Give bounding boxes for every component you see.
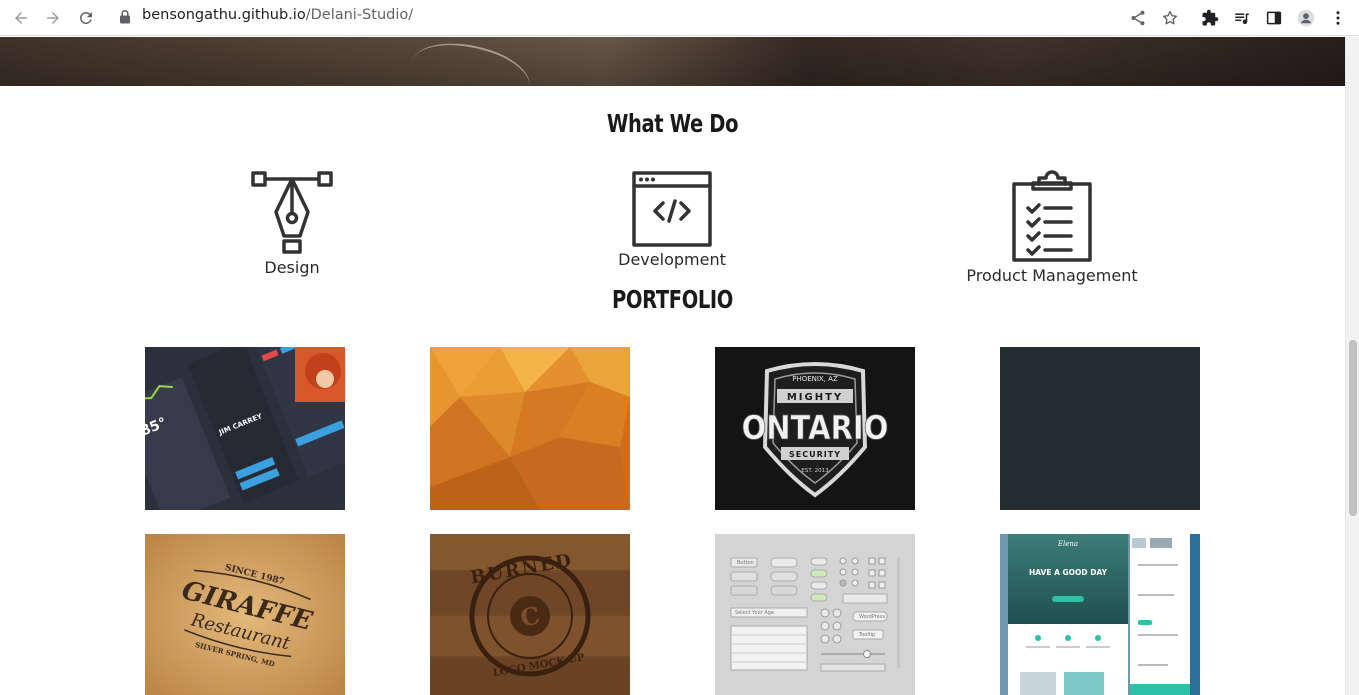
back-button[interactable] bbox=[7, 4, 35, 32]
scrollbar-thumb[interactable] bbox=[1349, 340, 1357, 516]
what-we-do-heading: What We Do bbox=[606, 109, 739, 138]
page-viewport: What We Do Design Development Product Ma… bbox=[0, 37, 1345, 695]
side-panel-button[interactable] bbox=[1262, 6, 1286, 30]
media-controls-button[interactable] bbox=[1230, 6, 1254, 30]
page-scrollbar[interactable] bbox=[1345, 37, 1359, 695]
phoenix-text: PHOENIX, AZ bbox=[792, 375, 838, 383]
profile-button[interactable] bbox=[1294, 6, 1318, 30]
hero-image-bottom bbox=[0, 37, 1345, 123]
playlist-icon bbox=[1235, 13, 1249, 25]
portfolio-tile-dark-slate[interactable] bbox=[1000, 347, 1200, 510]
more-vertical-icon bbox=[1336, 11, 1340, 25]
have-a-good-day-text: HAVE A GOOD DAY bbox=[1029, 568, 1108, 577]
burned-logo-image: C BURNED LOGO MOCK-UP bbox=[430, 534, 630, 695]
browser-toolbar: bensongathu.github.io/Delani-Studio/ bbox=[0, 0, 1359, 36]
tooltip-text: Tooltip bbox=[858, 632, 875, 638]
wordpress-text: WordPress bbox=[859, 614, 885, 620]
service-design: Design bbox=[172, 170, 412, 277]
ui-dashboard-image: 85° JIM CARREY bbox=[145, 347, 345, 510]
url-domain: bensongathu.github.io bbox=[142, 7, 306, 23]
avatar-icon bbox=[1297, 9, 1315, 27]
button-text: Button bbox=[737, 560, 754, 566]
star-icon bbox=[1162, 10, 1178, 25]
service-development: Development bbox=[552, 170, 792, 269]
mighty-text: MIGHTY bbox=[787, 392, 843, 403]
ontario-text: ONTARIO bbox=[742, 409, 889, 447]
extensions-button[interactable] bbox=[1198, 6, 1222, 30]
service-label-product-management: Product Management bbox=[966, 266, 1138, 285]
lock-icon bbox=[120, 10, 130, 24]
address-bar[interactable]: bensongathu.github.io/Delani-Studio/ bbox=[142, 7, 413, 23]
giraffe-restaurant-image: SINCE 1987 GIRAFFE Restaurant SILVER SPR… bbox=[145, 534, 345, 695]
security-text: SECURITY bbox=[789, 450, 841, 459]
clipboard-checklist-icon bbox=[1012, 170, 1092, 262]
service-label-design: Design bbox=[264, 258, 320, 277]
side-panel-icon bbox=[1266, 11, 1282, 25]
portfolio-heading: PORTFOLIO bbox=[612, 285, 733, 314]
portfolio-tile-ui-dashboard[interactable]: 85° JIM CARREY bbox=[145, 347, 345, 510]
share-button[interactable] bbox=[1126, 6, 1150, 30]
reload-button[interactable] bbox=[72, 4, 100, 32]
mighty-ontario-logo-image: PHOENIX, AZ MIGHTY ONTARIO SECURITY EST.… bbox=[715, 347, 915, 510]
website-mockup-image: Elena HAVE A GOOD DAY bbox=[1000, 534, 1200, 695]
est-text: EST. 2013 bbox=[801, 468, 829, 474]
share-icon bbox=[1131, 10, 1145, 26]
puzzle-icon bbox=[1202, 9, 1219, 26]
portfolio-tile-ui-kit[interactable]: Button Select Your Age WordPress Tooltip bbox=[715, 534, 915, 695]
arrow-right-icon bbox=[47, 12, 59, 24]
reload-icon bbox=[79, 11, 92, 24]
portfolio-tile-website-mockup[interactable]: Elena HAVE A GOOD DAY bbox=[1000, 534, 1200, 695]
service-label-development: Development bbox=[618, 250, 726, 269]
orange-polygon-image bbox=[430, 347, 630, 510]
bookmark-button[interactable] bbox=[1158, 6, 1182, 30]
portfolio-tile-orange-polygon[interactable] bbox=[430, 347, 630, 510]
forward-button[interactable] bbox=[39, 4, 67, 32]
url-path: /Delani-Studio/ bbox=[305, 7, 414, 23]
pen-nib-icon bbox=[251, 171, 333, 254]
arrow-left-icon bbox=[15, 12, 27, 24]
code-window-icon bbox=[632, 171, 712, 247]
portfolio-tile-mighty-ontario[interactable]: PHOENIX, AZ MIGHTY ONTARIO SECURITY EST.… bbox=[715, 347, 915, 510]
menu-button[interactable] bbox=[1326, 6, 1350, 30]
portfolio-tile-giraffe-restaurant[interactable]: SINCE 1987 GIRAFFE Restaurant SILVER SPR… bbox=[145, 534, 345, 695]
service-product-management: Product Management bbox=[932, 170, 1172, 285]
select-age-text: Select Your Age bbox=[735, 610, 774, 616]
elena-text: Elena bbox=[1057, 540, 1078, 548]
ui-kit-image: Button Select Your Age WordPress Tooltip bbox=[715, 534, 915, 695]
portfolio-tile-burned-logo[interactable]: C BURNED LOGO MOCK-UP bbox=[430, 534, 630, 695]
